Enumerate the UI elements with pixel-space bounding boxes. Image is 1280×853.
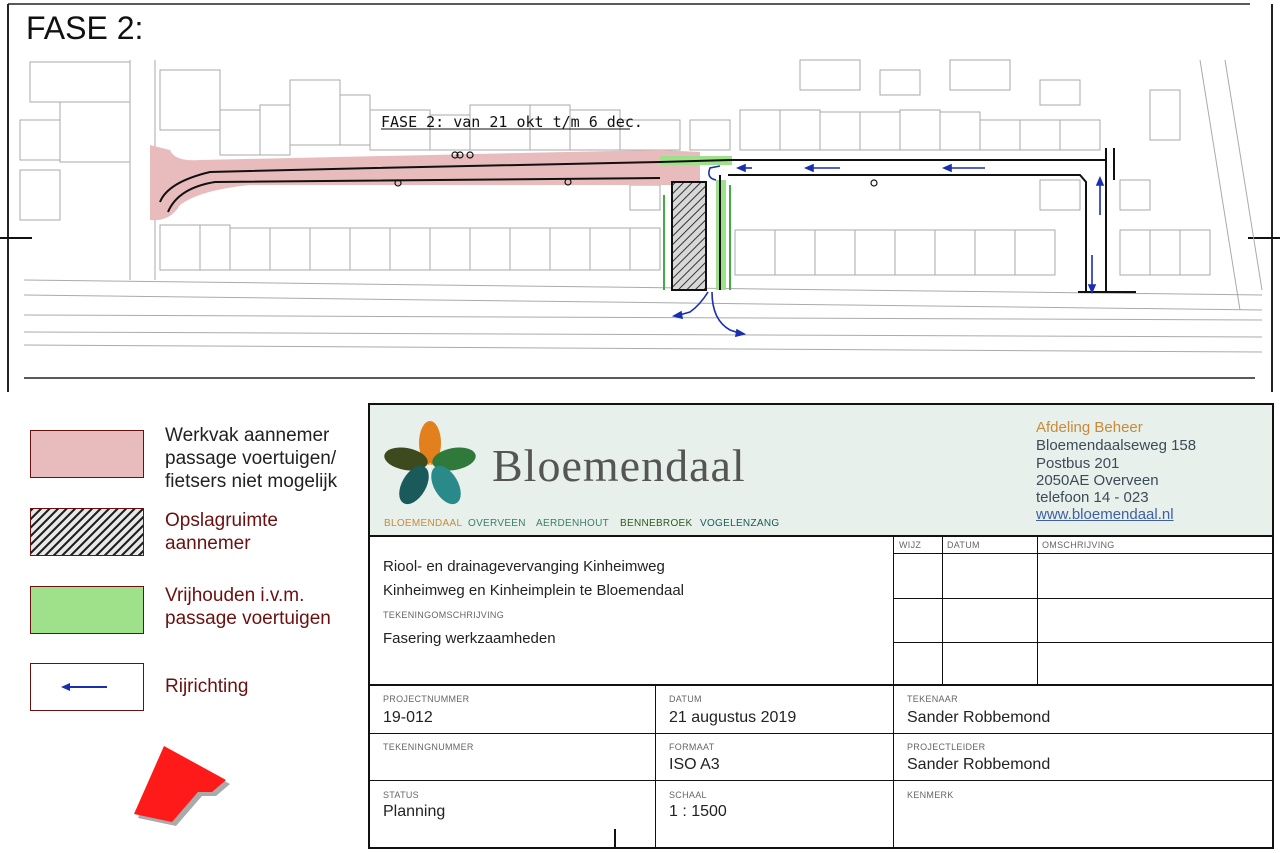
legend-swatch-storage [30, 508, 144, 556]
legend-swatch-direction [30, 663, 144, 711]
datum-value: 21 augustus 2019 [669, 709, 797, 726]
legend-swatch-keep-free [30, 586, 144, 634]
project-title-line1: Riool- en drainagevervanging Kinheimweg [383, 558, 665, 575]
website-link[interactable]: www.bloemendaal.nl [1036, 506, 1174, 523]
address-line: 2050AE Overveen [1036, 472, 1159, 489]
map-area: FASE 2: van 21 okt t/m 6 dec. FASE 2: [0, 0, 1280, 392]
region-label: BLOEMENDAAL [384, 518, 463, 529]
status-value: Planning [383, 803, 446, 820]
region-label: AERDENHOUT [536, 518, 610, 529]
legend-label-keep-free: Vrijhouden i.v.m. passage voertuigen [165, 585, 331, 629]
phase-label: FASE 2: van 21 okt t/m 6 dec. [381, 113, 643, 131]
schaal-label: SCHAAL [669, 790, 707, 800]
drawing-description: Fasering werkzaamheden [383, 630, 556, 647]
region-label: OVERVEEN [468, 518, 526, 529]
department-title: Afdeling Beheer [1036, 419, 1143, 436]
title-block-header: Bloemendaal BLOEMENDAAL OVERVEEN AERDENH… [370, 405, 1272, 537]
tekenaar-value: Sander Robbemond [907, 709, 1051, 726]
legend-swatch-work-area [30, 430, 144, 478]
projectleider-value: Sander Robbemond [907, 756, 1051, 773]
storage-zone [671, 181, 707, 291]
bloemendaal-logo-icon [384, 421, 476, 505]
formaat-value: ISO A3 [669, 756, 720, 773]
street-map: FASE 2: van 21 okt t/m 6 dec. [0, 3, 1280, 392]
revision-header-datum: DATUM [947, 540, 980, 550]
tekeningnummer-label: TEKENINGNUMMER [383, 742, 474, 752]
schaal-value: 1 : 1500 [669, 803, 727, 820]
road-lines [23, 59, 1263, 353]
direction-arrows [671, 163, 1105, 338]
formaat-label: FORMAAT [669, 742, 715, 752]
revision-header-wijz: WIJZ [899, 540, 922, 550]
datum-label: DATUM [669, 694, 702, 704]
brand-name: Bloemendaal [492, 440, 746, 491]
address-line: Bloemendaalseweg 158 [1036, 437, 1197, 454]
projectnummer-value: 19-012 [383, 709, 433, 726]
title-block: Bloemendaal BLOEMENDAAL OVERVEEN AERDENH… [368, 403, 1274, 849]
projectleider-label: PROJECTLEIDER [907, 742, 986, 752]
legend-label-storage: Opslagruimte aannemer [165, 510, 278, 554]
revision-header-omschrijving: OMSCHRIJVING [1042, 540, 1115, 550]
address-line: telefoon 14 - 023 [1036, 489, 1149, 506]
address-line: Postbus 201 [1036, 455, 1120, 472]
project-title-line2: Kinheimweg en Kinheimplein te Bloemendaa… [383, 582, 685, 599]
region-label: VOGELENZANG [700, 518, 780, 529]
tekenaar-label: TEKENAAR [907, 694, 958, 704]
drawing-description-label: TEKENINGOMSCHRIJVING [383, 610, 505, 620]
region-label: BENNEBROEK [620, 518, 693, 529]
direction-arrow-icon [61, 683, 107, 691]
projectnummer-label: PROJECTNUMMER [383, 694, 470, 704]
north-arrow-icon [134, 746, 230, 826]
phase-title: FASE 2: [26, 10, 144, 46]
status-label: STATUS [383, 790, 419, 800]
kenmerk-label: KENMERK [907, 790, 954, 800]
legend-label-work-area: Werkvak aannemer passage voertuigen/ fie… [165, 425, 338, 492]
legend-label-direction: Rijrichting [165, 676, 249, 697]
